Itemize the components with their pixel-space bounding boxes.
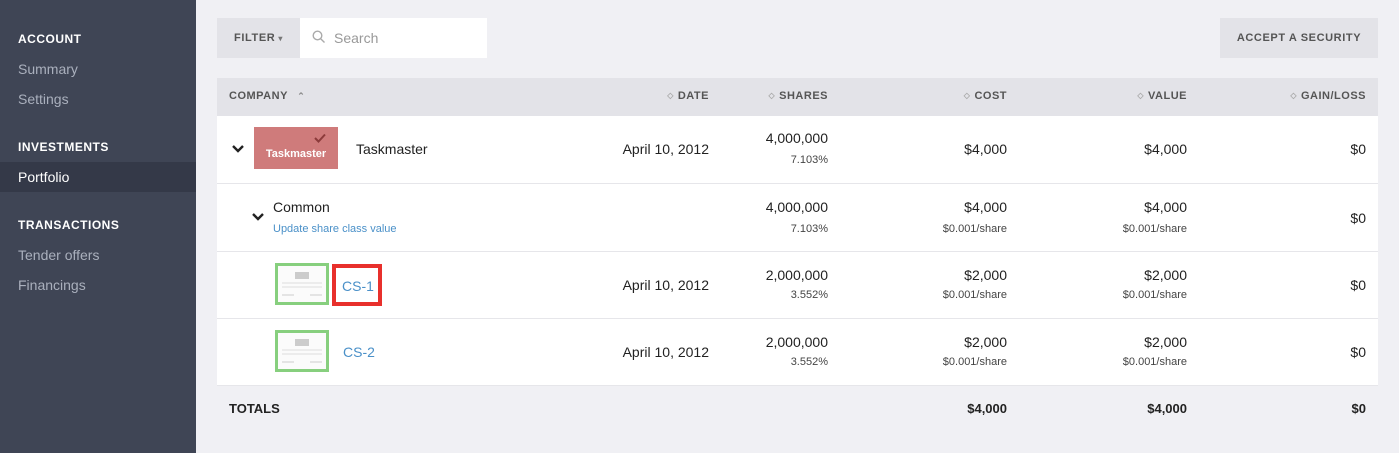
nav-section-account: ACCOUNT xyxy=(18,32,82,46)
company-row[interactable]: Taskmaster Taskmaster April 10, 2012 4,0… xyxy=(217,116,1378,184)
search-input[interactable] xyxy=(334,18,484,58)
class-gain: $0 xyxy=(1350,210,1366,226)
class-cost-per: $0.001/share xyxy=(942,223,1007,235)
company-cost: $4,000 xyxy=(964,141,1007,157)
certificate-value: $2,000 xyxy=(1144,267,1187,283)
sidebar: ACCOUNT Summary Settings INVESTMENTS Por… xyxy=(0,0,196,453)
company-shares-pct: 7.103% xyxy=(790,154,828,166)
sort-icon: ◇ xyxy=(1290,91,1297,100)
certificate-icon xyxy=(282,339,322,363)
totals-gain: $0 xyxy=(1351,401,1366,416)
sort-asc-icon: ⌃ xyxy=(297,91,306,101)
column-gain-loss[interactable]: ◇ GAIN/LOSS xyxy=(1290,90,1366,102)
class-value: $4,000 xyxy=(1144,199,1187,215)
nav-section-investments: INVESTMENTS xyxy=(18,140,109,154)
company-value: $4,000 xyxy=(1144,141,1187,157)
totals-row: TOTALS $4,000 $4,000 $0 xyxy=(217,386,1378,432)
certificate-link-highlight[interactable]: CS-1 xyxy=(332,264,382,306)
search-icon xyxy=(312,30,325,43)
column-date[interactable]: ◇ DATE xyxy=(667,90,709,102)
certificate-icon xyxy=(282,272,322,296)
certificate-link[interactable]: CS-1 xyxy=(342,278,374,294)
accept-security-button[interactable]: ACCEPT A SECURITY xyxy=(1220,18,1378,58)
table-header: COMPANY ⌃ ◇ DATE ◇ SHARES ◇ COST ◇ VALUE ◇ GA… xyxy=(217,78,1378,116)
update-share-class-link[interactable]: Update share class value xyxy=(273,223,397,235)
certificate-row[interactable]: CS-1 April 10, 2012 2,000,000 3.552% $2,… xyxy=(217,252,1378,319)
column-cost[interactable]: ◇ COST xyxy=(964,90,1007,102)
sort-icon: ◇ xyxy=(667,91,674,100)
column-value[interactable]: ◇ VALUE xyxy=(1137,90,1187,102)
certificate-row[interactable]: CS-2 April 10, 2012 2,000,000 3.552% $2,… xyxy=(217,319,1378,386)
column-shares[interactable]: ◇ SHARES xyxy=(769,90,829,102)
certificate-cost-per: $0.001/share xyxy=(942,289,1007,301)
certificate-link[interactable]: CS-2 xyxy=(343,344,375,360)
company-shares: 4,000,000 xyxy=(765,130,828,146)
logo-text: Taskmaster xyxy=(265,148,327,160)
class-shares: 4,000,000 xyxy=(765,199,828,215)
chevron-down-icon: ▾ xyxy=(278,34,283,43)
certificate-thumbnail[interactable] xyxy=(275,330,329,372)
certificate-shares-pct: 3.552% xyxy=(790,356,828,368)
sort-icon: ◇ xyxy=(1137,91,1145,100)
chevron-down-icon[interactable] xyxy=(231,142,245,156)
share-class-name: Common xyxy=(273,199,330,215)
nav-item-tender-offers[interactable]: Tender offers xyxy=(18,247,99,263)
company-gain: $0 xyxy=(1350,141,1366,157)
nav-item-financings[interactable]: Financings xyxy=(18,277,86,293)
certificate-thumbnail[interactable] xyxy=(275,263,329,305)
certificate-date: April 10, 2012 xyxy=(622,344,709,360)
class-cost: $4,000 xyxy=(964,199,1007,215)
class-shares-pct: 7.103% xyxy=(790,223,828,235)
certificate-cost-per: $0.001/share xyxy=(942,356,1007,368)
sort-icon: ◇ xyxy=(768,91,776,100)
certificate-cost: $2,000 xyxy=(964,267,1007,283)
certificate-gain: $0 xyxy=(1350,344,1366,360)
filter-label: FILTER xyxy=(234,32,276,44)
totals-value: $4,000 xyxy=(1147,401,1187,416)
certificate-shares: 2,000,000 xyxy=(765,334,828,350)
checkmark-icon xyxy=(314,133,326,143)
certificate-date: April 10, 2012 xyxy=(622,277,709,293)
main-content: FILTER▾ ACCEPT A SECURITY COMPANY ⌃ ◇DAT… xyxy=(196,0,1399,453)
share-class-row[interactable]: Common Update share class value 4,000,00… xyxy=(217,184,1378,252)
portfolio-table: COMPANY ⌃ ◇ DATE ◇ SHARES ◇ COST ◇ VALUE ◇ GA… xyxy=(217,78,1378,432)
certificate-gain: $0 xyxy=(1350,277,1366,293)
nav-section-transactions: TRANSACTIONS xyxy=(18,218,120,232)
certificate-shares-pct: 3.552% xyxy=(790,289,828,301)
column-company[interactable]: COMPANY ⌃ xyxy=(229,90,305,102)
filter-button[interactable]: FILTER ▾ xyxy=(217,18,300,58)
certificate-value-per: $0.001/share xyxy=(1122,356,1187,368)
certificate-value-per: $0.001/share xyxy=(1122,289,1187,301)
class-value-per: $0.001/share xyxy=(1122,223,1187,235)
nav-item-portfolio[interactable]: Portfolio xyxy=(0,162,196,192)
certificate-cost: $2,000 xyxy=(964,334,1007,350)
chevron-down-icon[interactable] xyxy=(251,210,265,224)
certificate-shares: 2,000,000 xyxy=(765,267,828,283)
nav-item-settings[interactable]: Settings xyxy=(18,91,69,107)
sort-icon: ◇ xyxy=(963,91,971,100)
company-logo: Taskmaster xyxy=(254,127,338,169)
totals-cost: $4,000 xyxy=(967,401,1007,416)
company-name: Taskmaster xyxy=(356,141,428,157)
nav-item-summary[interactable]: Summary xyxy=(18,61,78,77)
certificate-value: $2,000 xyxy=(1144,334,1187,350)
search-box[interactable] xyxy=(300,18,487,58)
totals-label: TOTALS xyxy=(229,401,280,416)
company-date: April 10, 2012 xyxy=(622,141,709,157)
